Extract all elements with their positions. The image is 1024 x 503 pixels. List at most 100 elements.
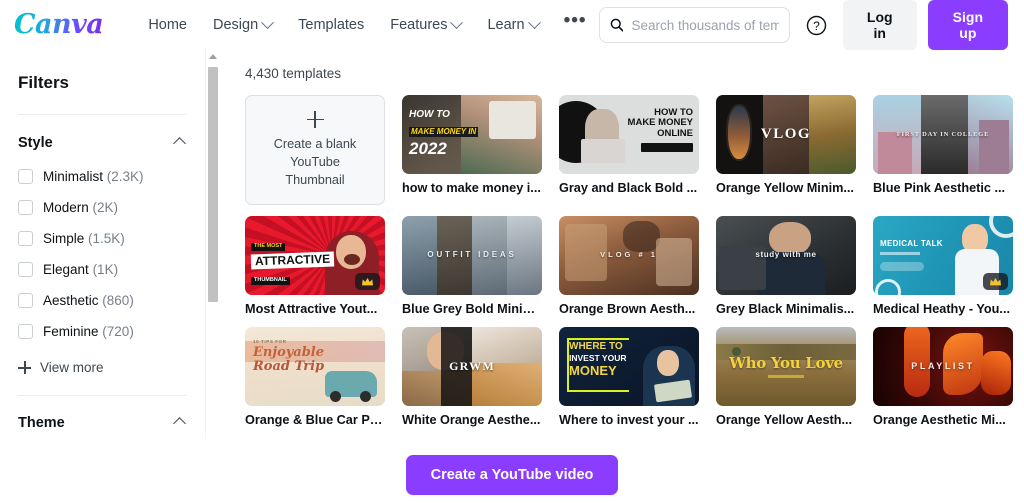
checkbox[interactable] bbox=[18, 324, 33, 339]
signup-button[interactable]: Sign up bbox=[927, 0, 1008, 50]
thumb-text: THUMBNAIL bbox=[251, 276, 290, 285]
nav-item-learn[interactable]: Learn bbox=[474, 9, 551, 41]
thumb-text: Road Trip bbox=[253, 358, 325, 374]
template-card[interactable]: HOW TO MAKE MONEY IN 2022 how to make mo… bbox=[402, 95, 542, 205]
filter-option-elegant[interactable]: Elegant (1K) bbox=[18, 254, 187, 285]
filter-option-minimalist[interactable]: Minimalist (2.3K) bbox=[18, 161, 187, 192]
filter-section-theme-header[interactable]: Theme bbox=[18, 396, 187, 431]
thumb-text: VLOG bbox=[760, 126, 812, 143]
template-thumbnail: WHERE TO INVEST YOUR MONEY bbox=[559, 327, 699, 406]
filter-section-label: Style bbox=[18, 135, 53, 151]
chevron-down-icon bbox=[261, 15, 275, 29]
template-card[interactable]: VLOG # 1 Orange Brown Aesth... bbox=[559, 216, 699, 316]
nav-label: Home bbox=[148, 17, 187, 33]
template-title: Blue Pink Aesthetic ... bbox=[873, 181, 1006, 195]
search-input[interactable] bbox=[631, 17, 780, 33]
template-title: Orange & Blue Car Ph... bbox=[245, 413, 385, 427]
filter-option-simple[interactable]: Simple (1.5K) bbox=[18, 223, 187, 254]
template-card[interactable]: GRWM White Orange Aesthe... bbox=[402, 327, 542, 427]
login-button[interactable]: Log in bbox=[842, 0, 917, 50]
template-card[interactable]: PLAYLIST Orange Aesthetic Mi... bbox=[873, 327, 1013, 427]
template-card[interactable]: MEDICAL TALK Medical Heathy - You... bbox=[873, 216, 1013, 316]
filter-option-label: Feminine bbox=[43, 324, 99, 339]
crown-icon bbox=[990, 277, 1001, 285]
filter-option-count: (2.3K) bbox=[106, 169, 144, 184]
template-thumbnail: GRWM bbox=[402, 327, 542, 406]
template-title: White Orange Aesthe... bbox=[402, 413, 541, 427]
template-card[interactable]: Who You Love Orange Yellow Aesth... bbox=[716, 327, 856, 427]
chevron-up-icon bbox=[173, 416, 186, 430]
view-more-button[interactable]: View more bbox=[18, 347, 187, 393]
main-nav: Home Design Templates Features Learn ••• bbox=[135, 9, 598, 41]
thumb-text: THE MOST bbox=[251, 243, 286, 251]
nav-item-features[interactable]: Features bbox=[377, 9, 474, 41]
create-youtube-video-button[interactable]: Create a YouTube video bbox=[405, 455, 619, 495]
header-actions: ? Log in Sign up bbox=[598, 0, 1008, 50]
template-card[interactable]: HOW TO MAKE MONEY ONLINE Gray and Black … bbox=[559, 95, 699, 205]
template-thumbnail: OUTFIT IDEAS bbox=[402, 216, 542, 295]
filter-option-label: Minimalist bbox=[43, 169, 104, 184]
thumb-text: PLAYLIST bbox=[911, 360, 975, 371]
checkbox[interactable] bbox=[18, 262, 33, 277]
thumb-text: MAKE MONEY IN bbox=[409, 126, 479, 138]
template-card[interactable]: VLOG Orange Yellow Minim... bbox=[716, 95, 856, 205]
template-card[interactable]: study with me Grey Black Minimalis... bbox=[716, 216, 856, 316]
nav-label: Templates bbox=[298, 17, 365, 33]
filter-option-feminine[interactable]: Feminine (720) bbox=[18, 316, 187, 347]
filter-option-count: (1.5K) bbox=[88, 231, 125, 246]
template-card[interactable]: WHERE TO INVEST YOUR MONEY Where to inve… bbox=[559, 327, 699, 427]
filter-section-style-header[interactable]: Style bbox=[18, 115, 187, 161]
template-thumbnail: HOW TO MAKE MONEY ONLINE bbox=[559, 95, 699, 174]
thumb-text: ATTRACTIVE bbox=[250, 251, 335, 270]
help-button[interactable]: ? bbox=[801, 8, 832, 42]
template-thumbnail: VLOG bbox=[716, 95, 856, 174]
checkbox[interactable] bbox=[18, 169, 33, 184]
template-title: Gray and Black Bold ... bbox=[559, 181, 698, 195]
filter-option-count: (1K) bbox=[92, 262, 119, 277]
chevron-up-icon bbox=[173, 136, 186, 150]
template-title: Orange Brown Aesth... bbox=[559, 302, 696, 316]
template-title: Orange Yellow Aesth... bbox=[716, 413, 853, 427]
template-thumbnail: Who You Love bbox=[716, 327, 856, 406]
template-thumbnail: HOW TO MAKE MONEY IN 2022 bbox=[402, 95, 542, 174]
template-thumbnail: THE MOST ATTRACTIVE THUMBNAIL bbox=[245, 216, 385, 295]
nav-label: Design bbox=[213, 17, 259, 33]
canva-logo[interactable]: Canva bbox=[14, 11, 104, 40]
checkbox[interactable] bbox=[18, 293, 33, 308]
footer-bar: Create a YouTube video bbox=[0, 431, 1024, 503]
plus-icon bbox=[306, 110, 324, 128]
templates-grid: Create a blank YouTube Thumbnail HOW TO … bbox=[245, 95, 1013, 427]
nav-more-icon[interactable]: ••• bbox=[552, 11, 599, 38]
checkbox[interactable] bbox=[18, 231, 33, 246]
nav-item-design[interactable]: Design bbox=[200, 9, 285, 41]
filter-option-aesthetic[interactable]: Aesthetic (860) bbox=[18, 285, 187, 316]
template-card[interactable]: FIRST DAY IN COLLEGE Blue Pink Aesthetic… bbox=[873, 95, 1013, 205]
template-title: Grey Black Minimalis... bbox=[716, 302, 855, 316]
nav-label: Features bbox=[390, 17, 448, 33]
checkbox[interactable] bbox=[18, 200, 33, 215]
top-header: Canva Home Design Templates Features Lea… bbox=[0, 0, 1024, 50]
nav-item-home[interactable]: Home bbox=[135, 9, 200, 41]
thumb-text: MONEY bbox=[569, 362, 617, 378]
template-thumbnail: FIRST DAY IN COLLEGE bbox=[873, 95, 1013, 174]
template-card[interactable]: 10 TIPS FOR Enjoyable Road Trip Orange &… bbox=[245, 327, 385, 427]
search-icon bbox=[610, 18, 624, 32]
template-card[interactable]: THE MOST ATTRACTIVE THUMBNAIL Most Attra… bbox=[245, 216, 385, 316]
thumb-text: Enjoyable bbox=[253, 344, 325, 360]
create-blank-card[interactable]: Create a blank YouTube Thumbnail bbox=[245, 95, 385, 205]
thumb-text: WHERE TO bbox=[569, 341, 623, 352]
thumb-text: FIRST DAY IN COLLEGE bbox=[896, 130, 990, 138]
nav-item-templates[interactable]: Templates bbox=[285, 9, 377, 41]
create-blank-line2: YouTube bbox=[290, 154, 340, 169]
filter-option-modern[interactable]: Modern (2K) bbox=[18, 192, 187, 223]
template-title: Orange Yellow Minim... bbox=[716, 181, 854, 195]
search-box[interactable] bbox=[598, 7, 791, 43]
crown-icon bbox=[362, 277, 373, 285]
template-card[interactable]: OUTFIT IDEAS Blue Grey Bold Minim... bbox=[402, 216, 542, 316]
thumb-text: MEDICAL TALK bbox=[880, 239, 943, 248]
scrollbar-thumb[interactable] bbox=[208, 67, 218, 302]
scroll-up-arrow-icon[interactable] bbox=[209, 54, 217, 59]
chevron-down-icon bbox=[527, 15, 541, 29]
filters-title: Filters bbox=[18, 50, 187, 115]
thumb-text: HOW TO bbox=[409, 109, 450, 120]
